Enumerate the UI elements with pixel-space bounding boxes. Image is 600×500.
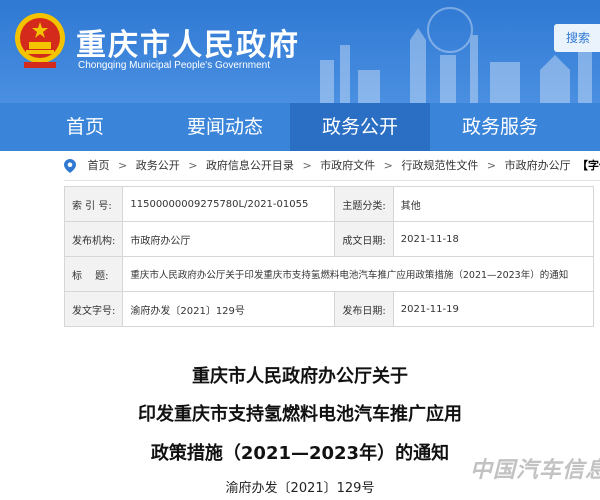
location-pin-icon: [64, 159, 76, 173]
font-size-control[interactable]: 【字体: [577, 151, 600, 181]
watermark: 中国汽车信息网: [470, 458, 600, 483]
table-row: 发文字号: 渝府办发〔2021〕129号 发布日期: 2021-11-19: [63, 291, 595, 327]
search-button[interactable]: 搜索: [554, 24, 600, 52]
table-row: 索 引 号: 11500000009275780L/2021-01055 主题分…: [63, 186, 595, 222]
topic-label: 主题分类:: [334, 186, 394, 222]
table-row: 发布机构: 市政府办公厅 成文日期: 2021-11-18: [63, 221, 595, 257]
index-value: 11500000009275780L/2021-01055: [122, 186, 336, 222]
table-row: 标 题: 重庆市人民政府办公厅关于印发重庆市支持氢燃料电池汽车推广应用政策措施（…: [63, 256, 594, 292]
title-label: 标 题:: [63, 256, 124, 292]
breadcrumb-item-gov-affairs[interactable]: 政务公开: [136, 159, 180, 172]
site-header: 重庆市人民政府 Chongqing Municipal People's Gov…: [0, 0, 600, 103]
pub-date-value: 2021-11-19: [392, 291, 595, 327]
date-value: 2021-11-18: [392, 221, 595, 257]
breadcrumb-separator: >: [486, 159, 497, 172]
index-label: 索 引 号:: [63, 186, 124, 222]
document-title-line-2: 印发重庆市支持氢燃料电池汽车推广应用: [138, 404, 462, 425]
nav-news[interactable]: 要闻动态: [160, 103, 290, 151]
national-emblem-icon[interactable]: [14, 12, 66, 70]
nav-gov-services[interactable]: 政务服务: [430, 103, 570, 151]
issuer-label: 发布机构:: [63, 221, 124, 257]
topic-value: 其他: [392, 186, 595, 222]
docno-value: 渝府办发〔2021〕129号: [122, 291, 336, 327]
site-subtitle: Chongqing Municipal People's Government: [78, 60, 271, 71]
breadcrumb-separator: >: [383, 159, 393, 172]
breadcrumb-item-home[interactable]: 首页: [88, 159, 110, 172]
main-nav: 首页 要闻动态 政务公开 政务服务: [0, 103, 600, 151]
pub-date-label: 发布日期:: [334, 291, 394, 327]
breadcrumb-separator: >: [188, 159, 198, 172]
breadcrumb-separator: >: [118, 159, 128, 172]
date-label: 成文日期:: [334, 221, 394, 257]
site-title[interactable]: 重庆市人民政府: [76, 20, 300, 64]
docno-label: 发文字号:: [63, 291, 124, 327]
title-value: 重庆市人民政府办公厅关于印发重庆市支持氢燃料电池汽车推广应用政策措施（2021—…: [122, 256, 594, 292]
breadcrumb-item-office[interactable]: 市政府办公厅: [505, 159, 571, 172]
breadcrumb: 首页 > 政务公开 > 政府信息公开目录 > 市政府文件 > 行政规范性文件 >…: [64, 151, 600, 181]
breadcrumb-separator: >: [302, 159, 312, 172]
document-title-line-1: 重庆市人民政府办公厅关于: [192, 366, 408, 387]
document-info-table: 索 引 号: 11500000009275780L/2021-01055 主题分…: [63, 186, 595, 327]
breadcrumb-item-catalog[interactable]: 政府信息公开目录: [206, 159, 294, 172]
breadcrumb-item-regulations[interactable]: 行政规范性文件: [401, 159, 478, 172]
nav-home[interactable]: 首页: [20, 103, 150, 151]
nav-gov-affairs[interactable]: 政务公开: [290, 103, 430, 151]
breadcrumb-item-city-docs[interactable]: 市政府文件: [320, 159, 375, 172]
issuer-value: 市政府办公厅: [122, 221, 336, 257]
